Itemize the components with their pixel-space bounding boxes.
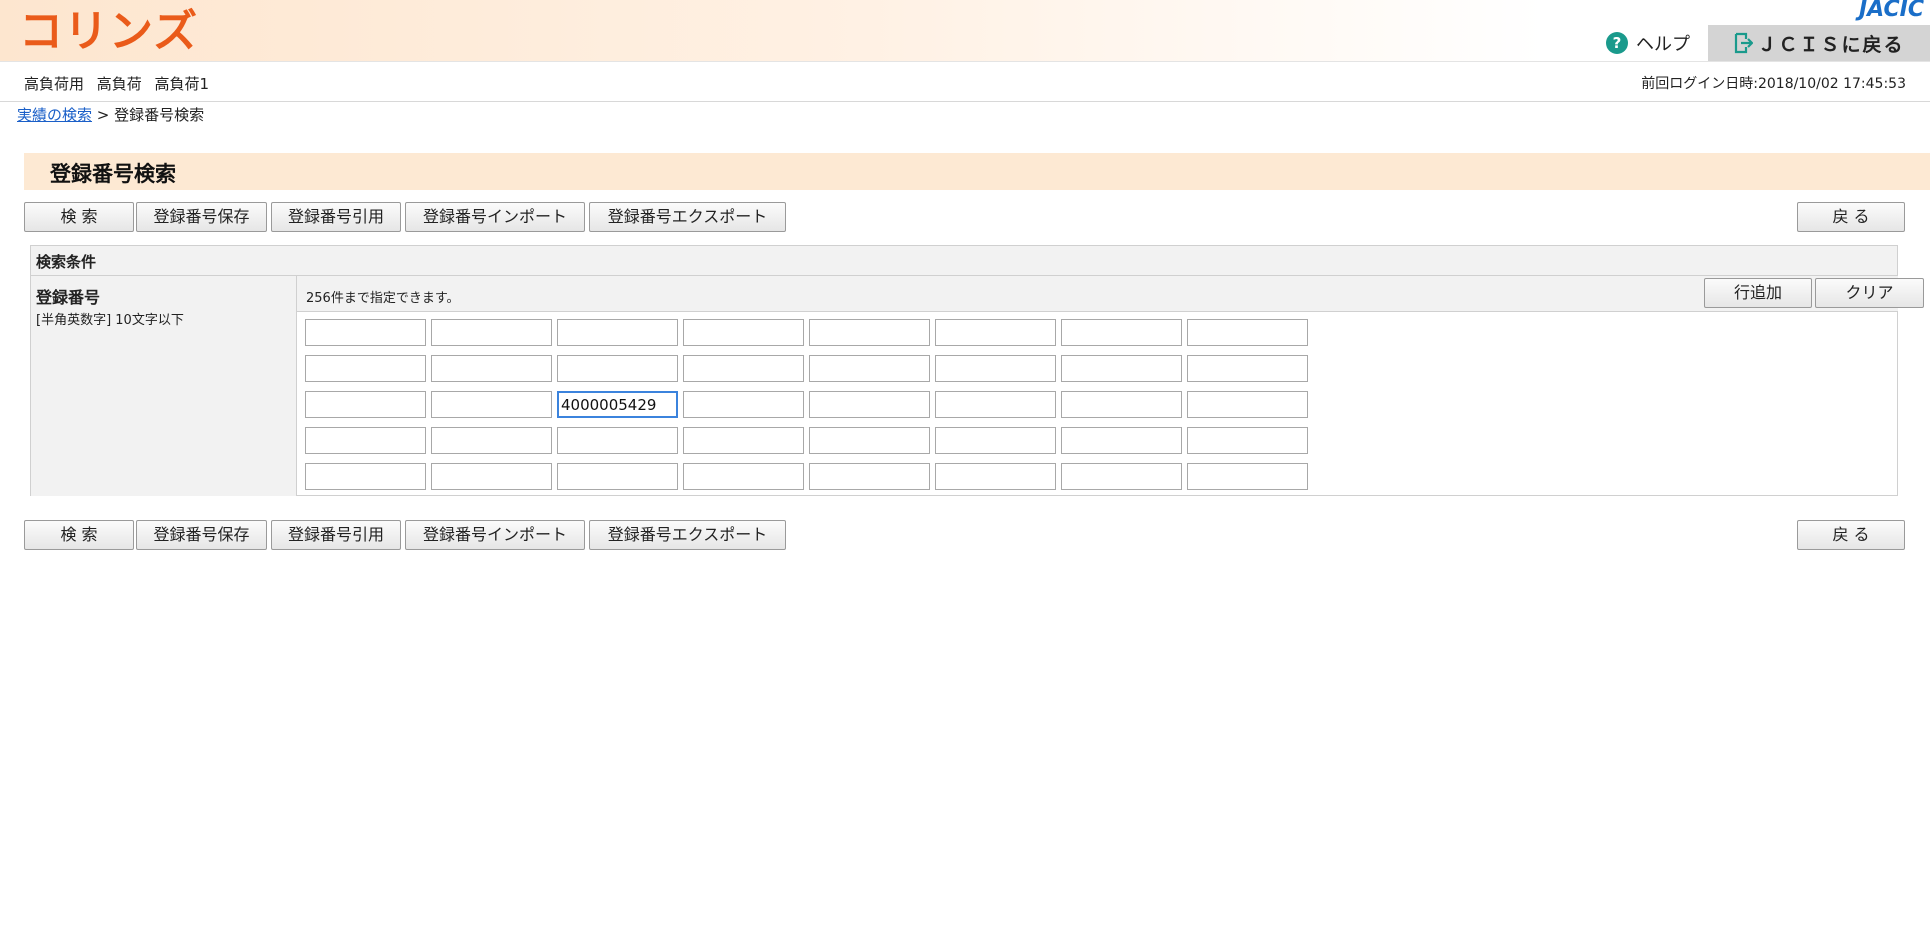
registration-number-input[interactable] (935, 319, 1056, 346)
registration-number-input[interactable] (683, 391, 804, 418)
exit-icon (1735, 32, 1754, 54)
registration-number-input[interactable] (431, 463, 552, 490)
registration-number-input[interactable] (431, 391, 552, 418)
jacic-logo: JACIC (1858, 0, 1924, 22)
registration-number-input[interactable] (935, 391, 1056, 418)
registration-number-label: 登録番号 (36, 288, 101, 307)
registration-number-input[interactable] (1187, 463, 1308, 490)
breadcrumb-current: 登録番号検索 (114, 106, 205, 124)
help-link[interactable]: ? ヘルプ (1606, 30, 1690, 56)
registration-number-input[interactable] (431, 355, 552, 382)
user-name: 高負荷用 高負荷 高負荷1 (24, 75, 210, 93)
registration-number-input[interactable] (1187, 319, 1308, 346)
registration-number-input[interactable] (1061, 391, 1182, 418)
registration-number-input[interactable] (305, 355, 426, 382)
app-header: コリンズ JACIC ? ヘルプ ＪＣＩＳに戻る (0, 0, 1930, 62)
breadcrumb-separator: > (96, 106, 110, 124)
registration-number-input[interactable] (809, 463, 930, 490)
help-icon: ? (1606, 32, 1628, 54)
import-number-button-bottom[interactable]: 登録番号インポート (405, 520, 585, 550)
registration-number-input[interactable] (935, 427, 1056, 454)
registration-number-input[interactable] (683, 319, 804, 346)
search-button[interactable]: 検 索 (24, 202, 134, 232)
registration-number-input[interactable] (935, 355, 1056, 382)
search-conditions-panel: 検索条件 登録番号 [半角英数字] 10文字以下 256件まで指定できます。 行… (30, 245, 1924, 496)
clear-button[interactable]: クリア (1815, 278, 1924, 308)
page-title: 登録番号検索 (50, 162, 176, 186)
registration-number-input[interactable] (1187, 355, 1308, 382)
breadcrumb-link-search[interactable]: 実績の検索 (17, 106, 92, 124)
registration-number-input[interactable] (809, 391, 930, 418)
registration-number-input[interactable] (557, 319, 678, 346)
registration-number-input[interactable] (809, 427, 930, 454)
back-button-bottom[interactable]: 戻 る (1797, 520, 1905, 550)
conditions-header: 検索条件 (31, 246, 1897, 276)
registration-number-input[interactable] (305, 319, 426, 346)
conditions-header-label: 検索条件 (36, 253, 97, 271)
registration-number-input[interactable] (305, 391, 426, 418)
registration-number-input[interactable] (1061, 427, 1182, 454)
user-bar: 高負荷用 高負荷 高負荷1 前回ログイン日時:2018/10/02 17:45:… (0, 62, 1930, 102)
registration-number-input[interactable] (305, 463, 426, 490)
registration-number-input[interactable] (557, 391, 678, 418)
add-row-button[interactable]: 行追加 (1704, 278, 1812, 308)
note-row: 256件まで指定できます。 行追加 クリア (297, 276, 1924, 312)
registration-number-input[interactable] (809, 319, 930, 346)
registration-number-input[interactable] (431, 319, 552, 346)
registration-number-input[interactable] (557, 427, 678, 454)
registration-number-input[interactable] (683, 463, 804, 490)
registration-number-input[interactable] (557, 463, 678, 490)
export-number-button-bottom[interactable]: 登録番号エクスポート (589, 520, 786, 550)
export-number-button[interactable]: 登録番号エクスポート (589, 202, 786, 232)
registration-number-input[interactable] (1061, 355, 1182, 382)
breadcrumb: 実績の検索 > 登録番号検索 (17, 104, 204, 125)
help-label: ヘルプ (1636, 34, 1690, 55)
cite-number-button-bottom[interactable]: 登録番号引用 (271, 520, 401, 550)
registration-number-input[interactable] (809, 355, 930, 382)
cite-number-button[interactable]: 登録番号引用 (271, 202, 401, 232)
registration-number-input[interactable] (1187, 427, 1308, 454)
import-number-button[interactable]: 登録番号インポート (405, 202, 585, 232)
registration-number-input[interactable] (683, 427, 804, 454)
back-button[interactable]: 戻 る (1797, 202, 1905, 232)
save-number-button[interactable]: 登録番号保存 (136, 202, 267, 232)
search-button-bottom[interactable]: 検 索 (24, 520, 134, 550)
registration-number-input[interactable] (683, 355, 804, 382)
registration-number-input[interactable] (1061, 319, 1182, 346)
page-title-bar: 登録番号検索 (24, 153, 1930, 190)
registration-number-input[interactable] (305, 427, 426, 454)
registration-number-hint: [半角英数字] 10文字以下 (36, 313, 184, 328)
limit-note: 256件まで指定できます。 (306, 291, 460, 306)
registration-number-label-cell: 登録番号 [半角英数字] 10文字以下 (31, 276, 297, 496)
registration-number-input[interactable] (1061, 463, 1182, 490)
registration-number-input[interactable] (935, 463, 1056, 490)
save-number-button-bottom[interactable]: 登録番号保存 (136, 520, 267, 550)
corins-logo[interactable]: コリンズ (19, 6, 198, 58)
back-to-jcis-label: ＪＣＩＳに戻る (1757, 33, 1905, 56)
back-to-jcis-button[interactable]: ＪＣＩＳに戻る (1708, 25, 1930, 61)
registration-number-input[interactable] (557, 355, 678, 382)
registration-number-input[interactable] (431, 427, 552, 454)
last-login: 前回ログイン日時:2018/10/02 17:45:53 (1641, 76, 1906, 92)
registration-number-input[interactable] (1187, 391, 1308, 418)
